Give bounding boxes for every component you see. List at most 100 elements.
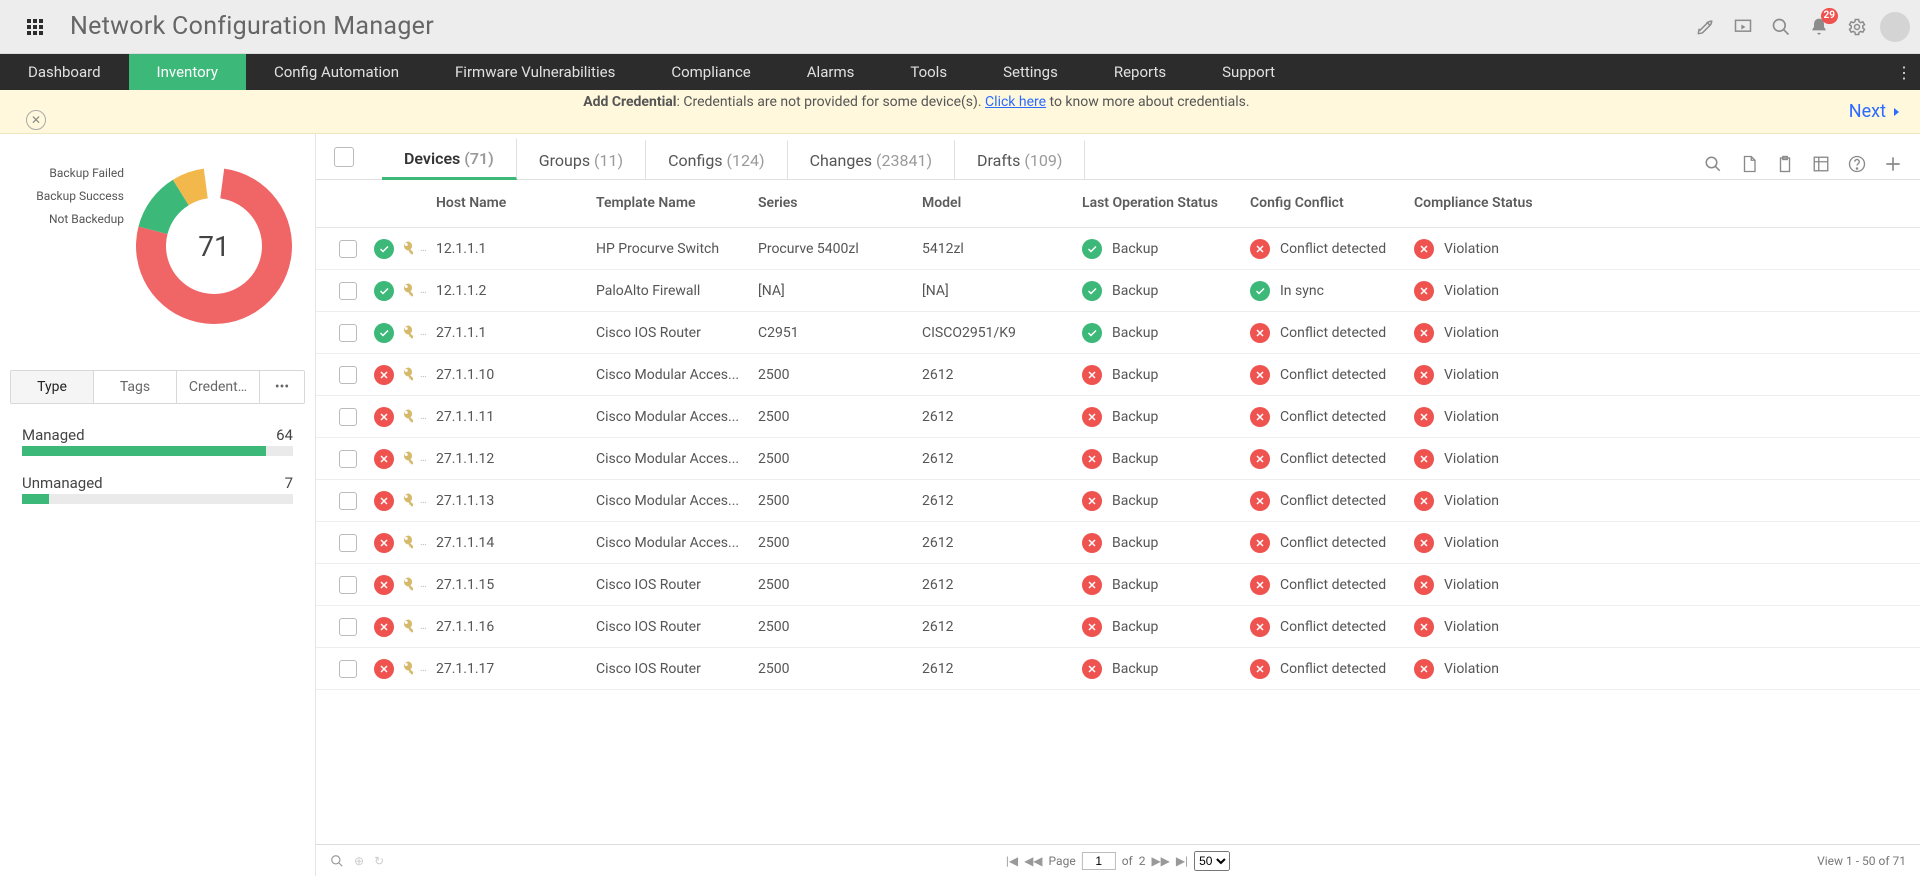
cross-icon	[374, 491, 394, 511]
gear-icon[interactable]	[1840, 10, 1874, 44]
col-series[interactable]: Series	[758, 195, 922, 213]
first-page-icon[interactable]: |◀	[1006, 854, 1018, 868]
footer-search-icon[interactable]	[330, 854, 344, 868]
nav-inventory[interactable]: Inventory	[129, 54, 246, 90]
presentation-icon[interactable]	[1726, 10, 1760, 44]
row-checkbox[interactable]	[339, 282, 357, 300]
col-template[interactable]: Template Name	[596, 195, 758, 213]
table-row[interactable]: …27.1.1.1Cisco IOS RouterC2951CISCO2951/…	[316, 312, 1920, 354]
notification-badge: 29	[1821, 8, 1838, 24]
table-row[interactable]: …12.1.1.1HP Procurve SwitchProcurve 5400…	[316, 228, 1920, 270]
nav-reports[interactable]: Reports	[1086, 54, 1194, 90]
close-icon[interactable]: ✕	[26, 110, 46, 130]
clipboard-icon[interactable]	[1770, 149, 1800, 179]
table-search-icon[interactable]	[1698, 149, 1728, 179]
cell-template: Cisco Modular Acces...	[596, 451, 758, 467]
row-checkbox[interactable]	[339, 576, 357, 594]
table-row[interactable]: …27.1.1.14Cisco Modular Acces...25002612…	[316, 522, 1920, 564]
user-avatar[interactable]	[1878, 10, 1912, 44]
table-row[interactable]: …27.1.1.13Cisco Modular Acces...25002612…	[316, 480, 1920, 522]
table-row[interactable]: …12.1.1.2PaloAlto Firewall[NA][NA]Backup…	[316, 270, 1920, 312]
side-tab-more-icon[interactable]: •••	[260, 371, 304, 403]
page-size-select[interactable]: 50	[1194, 851, 1230, 871]
table-row[interactable]: …27.1.1.11Cisco Modular Acces...25002612…	[316, 396, 1920, 438]
col-compliance[interactable]: Compliance Status	[1414, 195, 1560, 213]
bell-icon[interactable]: 29	[1802, 10, 1836, 44]
side-tab-tags[interactable]: Tags	[94, 371, 177, 403]
subtab-groups[interactable]: Groups (11)	[517, 140, 646, 179]
col-last-op[interactable]: Last Operation Status	[1082, 195, 1250, 213]
column-picker-icon[interactable]	[1806, 149, 1836, 179]
help-icon[interactable]	[1842, 149, 1872, 179]
cross-icon	[1414, 239, 1434, 259]
cell-model: 2612	[922, 493, 1082, 509]
subtab-configs[interactable]: Configs (124)	[646, 140, 787, 179]
cross-icon	[374, 365, 394, 385]
rocket-icon[interactable]	[1688, 10, 1722, 44]
cross-icon	[1414, 491, 1434, 511]
check-icon	[1082, 239, 1102, 259]
side-tab-credent[interactable]: Credent…	[177, 371, 260, 403]
backup-donut-chart[interactable]: 71	[124, 156, 304, 336]
page-input[interactable]	[1082, 852, 1116, 870]
cross-icon	[1414, 281, 1434, 301]
col-model[interactable]: Model	[922, 195, 1082, 213]
prev-page-icon[interactable]: ◀◀	[1024, 854, 1042, 868]
cross-icon	[1250, 407, 1270, 427]
cell-model: 2612	[922, 367, 1082, 383]
subtab-drafts[interactable]: Drafts (109)	[955, 140, 1085, 179]
unmanaged-bar	[22, 494, 293, 504]
row-checkbox[interactable]	[339, 618, 357, 636]
cross-icon	[1082, 407, 1102, 427]
table-row[interactable]: …27.1.1.16Cisco IOS Router25002612Backup…	[316, 606, 1920, 648]
cross-icon	[1250, 239, 1270, 259]
footer-refresh-icon[interactable]: ↻	[374, 854, 384, 868]
cross-icon	[1250, 365, 1270, 385]
key-icon	[398, 660, 416, 678]
nav-alarms[interactable]: Alarms	[779, 54, 883, 90]
row-checkbox[interactable]	[339, 240, 357, 258]
nav-config-automation[interactable]: Config Automation	[246, 54, 427, 90]
row-checkbox[interactable]	[339, 366, 357, 384]
col-host[interactable]: Host Name	[436, 195, 596, 213]
table-row[interactable]: …27.1.1.12Cisco Modular Acces...25002612…	[316, 438, 1920, 480]
subtab-changes[interactable]: Changes (23841)	[788, 140, 955, 179]
cell-series: [NA]	[758, 283, 922, 299]
cross-icon	[374, 449, 394, 469]
row-checkbox[interactable]	[339, 408, 357, 426]
nav-compliance[interactable]: Compliance	[643, 54, 778, 90]
select-all-checkbox[interactable]	[334, 147, 354, 167]
subtab-devices[interactable]: Devices (71)	[382, 138, 517, 180]
add-device-icon[interactable]	[1878, 149, 1908, 179]
last-page-icon[interactable]: ▶|	[1176, 854, 1188, 868]
table-row[interactable]: …27.1.1.15Cisco IOS Router25002612Backup…	[316, 564, 1920, 606]
cell-model: 5412zl	[922, 241, 1082, 257]
nav-more-icon[interactable]: ⋮	[1896, 54, 1912, 90]
row-checkbox[interactable]	[339, 324, 357, 342]
search-icon[interactable]	[1764, 10, 1798, 44]
row-checkbox[interactable]	[339, 534, 357, 552]
table-row[interactable]: …27.1.1.10Cisco Modular Acces...25002612…	[316, 354, 1920, 396]
row-checkbox[interactable]	[339, 492, 357, 510]
page-label: Page	[1049, 854, 1076, 868]
nav-dashboard[interactable]: Dashboard	[0, 54, 129, 90]
side-tab-type[interactable]: Type	[11, 371, 94, 403]
banner-text-1: : Credentials are not provided for some …	[676, 94, 985, 110]
col-conflict[interactable]: Config Conflict	[1250, 195, 1414, 213]
nav-support[interactable]: Support	[1194, 54, 1303, 90]
cell-conflict: Conflict detected	[1250, 239, 1414, 259]
nav-tools[interactable]: Tools	[882, 54, 975, 90]
banner-link[interactable]: Click here	[985, 94, 1046, 110]
row-checkbox[interactable]	[339, 660, 357, 678]
banner-text-2: to know more about credentials.	[1046, 94, 1250, 110]
banner-next[interactable]: Next	[1849, 101, 1902, 122]
nav-settings[interactable]: Settings	[975, 54, 1086, 90]
table-row[interactable]: …27.1.1.17Cisco IOS Router25002612Backup…	[316, 648, 1920, 690]
cell-last-op: Backup	[1082, 239, 1250, 259]
next-page-icon[interactable]: ▶▶	[1151, 854, 1169, 868]
pdf-export-icon[interactable]	[1734, 149, 1764, 179]
footer-target-icon[interactable]: ⊕	[354, 854, 364, 868]
nav-firmware-vulnerabilities[interactable]: Firmware Vulnerabilities	[427, 54, 643, 90]
apps-menu-icon[interactable]	[18, 10, 52, 44]
row-checkbox[interactable]	[339, 450, 357, 468]
